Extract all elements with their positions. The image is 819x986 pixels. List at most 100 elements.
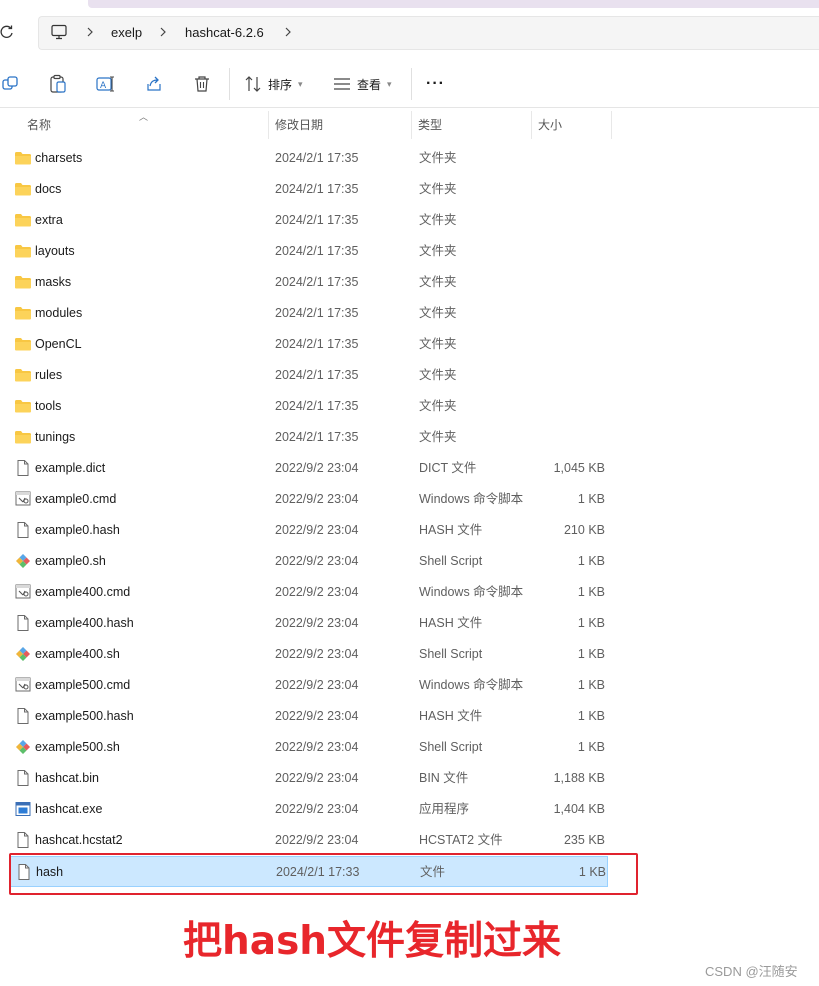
file-row[interactable]: layouts 2024/2/1 17:35 文件夹 — [10, 236, 608, 267]
view-label: 查看 — [357, 77, 382, 92]
file-type: Shell Script — [419, 740, 483, 754]
file-type: 文件夹 — [419, 151, 457, 165]
file-row[interactable]: rules 2024/2/1 17:35 文件夹 — [10, 360, 608, 391]
shell-script-icon — [14, 739, 32, 755]
file-icon — [14, 460, 32, 476]
file-type: 文件夹 — [419, 213, 457, 227]
delete-icon[interactable] — [193, 72, 211, 96]
copy-icon[interactable] — [2, 72, 20, 96]
rename-icon[interactable]: A — [96, 72, 116, 96]
file-row[interactable]: example400.sh 2022/9/2 23:04 Shell Script 1… — [10, 639, 608, 670]
file-name: example0.sh — [35, 554, 106, 568]
file-date: 2024/2/1 17:35 — [275, 151, 359, 165]
file-icon — [14, 770, 32, 786]
file-icon — [14, 832, 32, 848]
folder-icon — [14, 336, 32, 352]
file-row[interactable]: extra 2024/2/1 17:35 文件夹 — [10, 205, 608, 236]
file-row[interactable]: OpenCL 2024/2/1 17:35 文件夹 — [10, 329, 608, 360]
file-name: masks — [35, 275, 72, 289]
file-size: 1,188 KB — [553, 771, 605, 785]
file-size: 1 KB — [577, 647, 605, 661]
column-header-name[interactable]: 名称 — [27, 111, 51, 139]
more-options-button[interactable]: ··· — [426, 72, 445, 96]
file-name: example400.sh — [35, 647, 120, 661]
view-button[interactable]: 查看 ▾ — [333, 72, 392, 96]
file-name: example500.hash — [35, 709, 134, 723]
address-bar[interactable] — [38, 16, 819, 50]
file-row[interactable]: example400.cmd 2022/9/2 23:04 Windows 命令脚本… — [10, 577, 608, 608]
file-row[interactable]: example500.cmd 2022/9/2 23:04 Windows 命令脚本… — [10, 670, 608, 701]
column-header-type[interactable]: 类型 — [418, 111, 442, 139]
column-divider[interactable] — [411, 111, 412, 139]
shell-script-icon — [14, 646, 32, 662]
file-row[interactable]: modules 2024/2/1 17:35 文件夹 — [10, 298, 608, 329]
paste-icon[interactable] — [49, 72, 67, 96]
file-name: hashcat.hcstat2 — [35, 833, 123, 847]
sort-button[interactable]: 排序 ▾ — [244, 72, 303, 96]
file-row[interactable]: example0.cmd 2022/9/2 23:04 Windows 命令脚本 1 … — [10, 484, 608, 515]
file-size — [530, 205, 605, 236]
file-date: 2024/2/1 17:35 — [275, 182, 359, 196]
column-divider[interactable] — [611, 111, 612, 139]
folder-icon — [14, 305, 32, 321]
file-name: example400.hash — [35, 616, 134, 630]
column-header-size[interactable]: 大小 — [538, 111, 562, 139]
file-type: HASH 文件 — [419, 616, 483, 630]
chevron-right-icon[interactable] — [158, 25, 170, 39]
file-date: 2024/2/1 17:35 — [275, 306, 359, 320]
address-bar-row: exelp hashcat-6.2.6 — [0, 14, 819, 52]
file-row[interactable]: example500.sh 2022/9/2 23:04 Shell Script 1… — [10, 732, 608, 763]
file-name: example0.cmd — [35, 492, 117, 506]
chevron-right-icon[interactable] — [283, 25, 295, 39]
file-date: 2022/9/2 23:04 — [275, 833, 359, 847]
file-type: 文件夹 — [419, 337, 457, 351]
file-name: tools — [35, 399, 62, 413]
file-icon — [14, 708, 32, 724]
file-type: Shell Script — [419, 647, 483, 661]
file-name: modules — [35, 306, 83, 320]
file-name: example0.hash — [35, 523, 120, 537]
file-row[interactable]: example0.hash 2022/9/2 23:04 HASH 文件 210 KB — [10, 515, 608, 546]
folder-icon — [14, 181, 32, 197]
title-bar-accent — [88, 0, 819, 8]
file-date: 2022/9/2 23:04 — [275, 647, 359, 661]
cmd-script-icon — [14, 491, 32, 507]
file-date: 2022/9/2 23:04 — [275, 492, 359, 506]
column-divider[interactable] — [531, 111, 532, 139]
file-type: 文件夹 — [419, 182, 457, 196]
file-row[interactable]: tools 2024/2/1 17:35 文件夹 — [10, 391, 608, 422]
file-type: Windows 命令脚本 — [419, 678, 524, 692]
file-row[interactable]: hashcat.exe 2022/9/2 23:04 应用程序 1,404 KB — [10, 794, 608, 825]
column-header-row: ︿ 名称 修改日期 类型 大小 — [0, 111, 819, 139]
refresh-icon[interactable] — [0, 24, 16, 40]
file-row[interactable]: hashcat.bin 2022/9/2 23:04 BIN 文件 1,188 KB — [10, 763, 608, 794]
file-name: hashcat.bin — [35, 771, 99, 785]
file-row[interactable]: example0.sh 2022/9/2 23:04 Shell Script 1 K… — [10, 546, 608, 577]
share-icon[interactable] — [145, 72, 163, 96]
shell-script-icon — [14, 553, 32, 569]
file-row[interactable]: charsets 2024/2/1 17:35 文件夹 — [10, 143, 608, 174]
file-type: 文件夹 — [419, 275, 457, 289]
file-row[interactable]: example.dict 2022/9/2 23:04 DICT 文件 1,045 K… — [10, 453, 608, 484]
file-row[interactable]: hashcat.hcstat2 2022/9/2 23:04 HCSTAT2 文件 2… — [10, 825, 608, 856]
file-row[interactable]: example500.hash 2022/9/2 23:04 HASH 文件 1 KB — [10, 701, 608, 732]
file-name: example400.cmd — [35, 585, 131, 599]
file-size: 1 KB — [577, 740, 605, 754]
chevron-right-icon[interactable] — [85, 25, 97, 39]
cmd-script-icon — [14, 584, 32, 600]
file-size: 1 KB — [577, 554, 605, 568]
breadcrumb-exelp[interactable]: exelp — [111, 25, 142, 40]
column-header-date[interactable]: 修改日期 — [275, 111, 323, 139]
breadcrumb-hashcat[interactable]: hashcat-6.2.6 — [185, 25, 264, 40]
file-name: charsets — [35, 151, 83, 165]
this-pc-icon[interactable] — [50, 24, 68, 40]
column-divider[interactable] — [268, 111, 269, 139]
file-row[interactable]: masks 2024/2/1 17:35 文件夹 — [10, 267, 608, 298]
file-date: 2022/9/2 23:04 — [275, 740, 359, 754]
file-name: example500.sh — [35, 740, 120, 754]
file-size — [530, 391, 605, 422]
file-row[interactable]: tunings 2024/2/1 17:35 文件夹 — [10, 422, 608, 453]
file-name: layouts — [35, 244, 75, 258]
file-row[interactable]: docs 2024/2/1 17:35 文件夹 — [10, 174, 608, 205]
file-row[interactable]: example400.hash 2022/9/2 23:04 HASH 文件 1 KB — [10, 608, 608, 639]
